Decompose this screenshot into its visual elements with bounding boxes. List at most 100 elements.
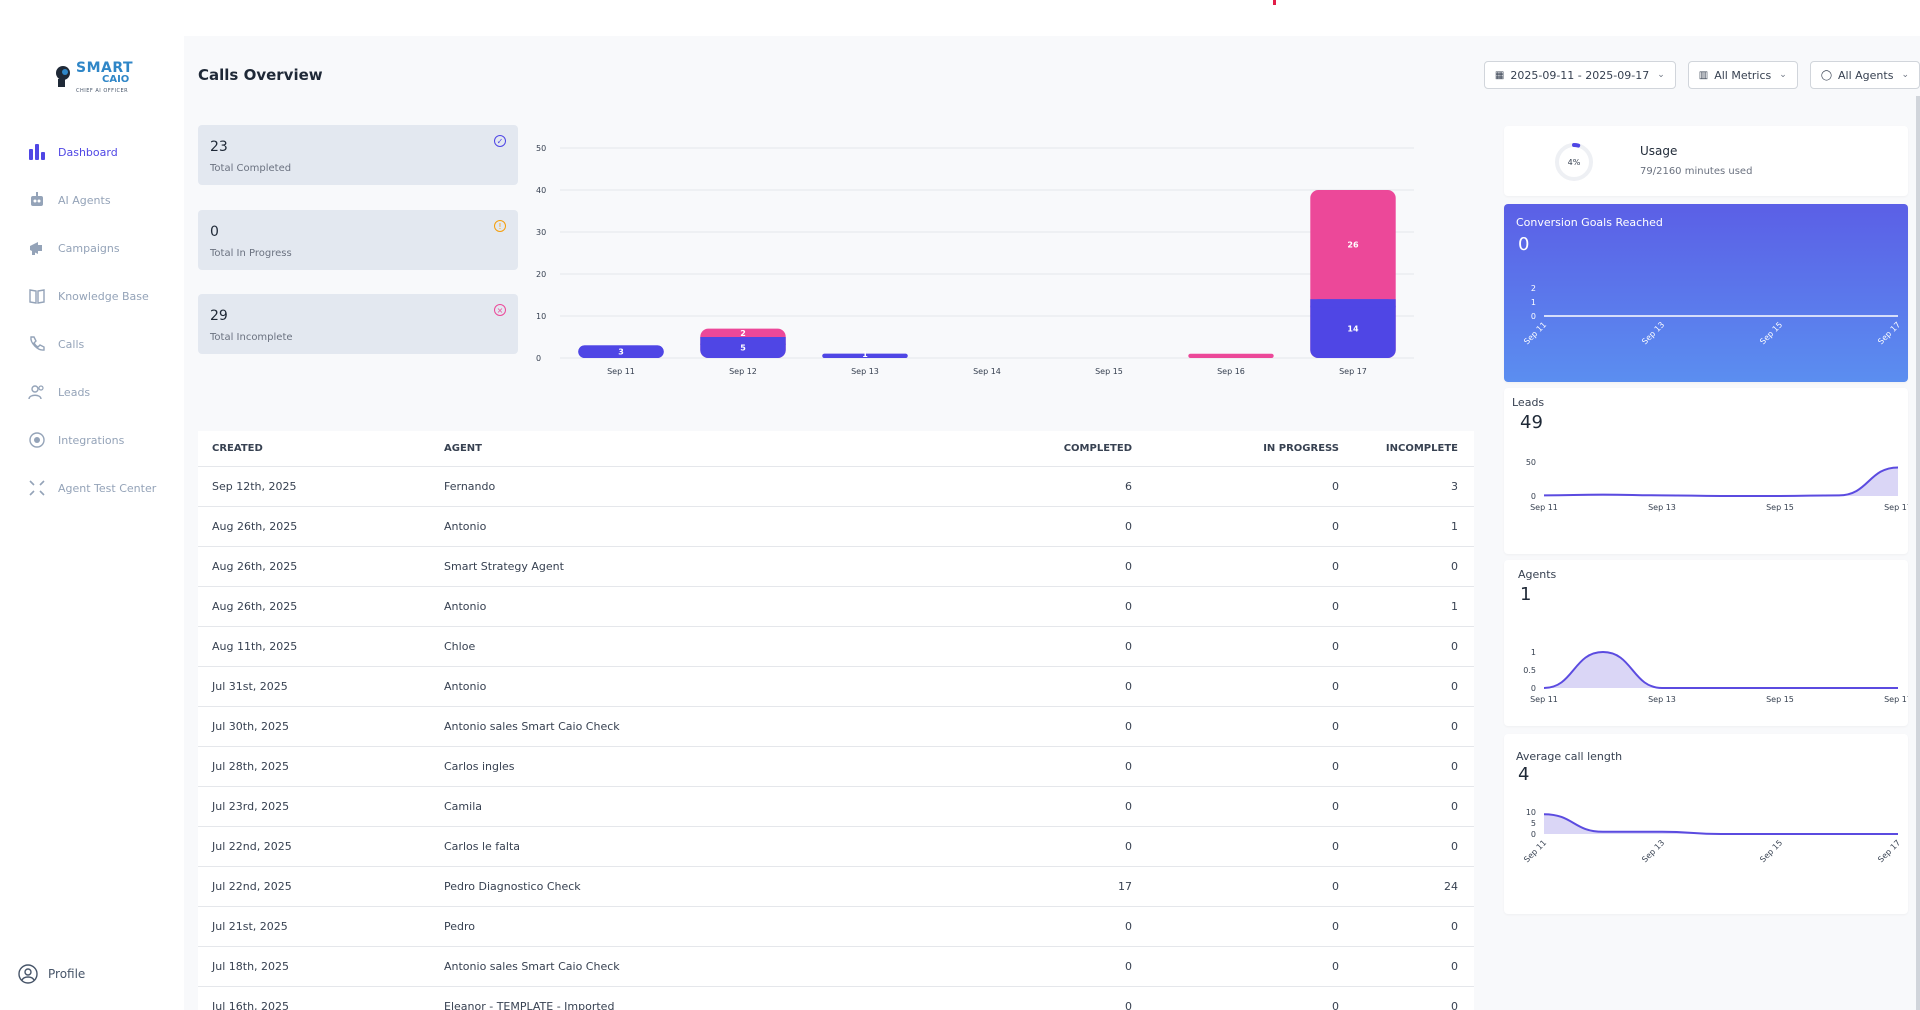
bar-incomplete — [1188, 353, 1274, 358]
cell-agent: Camila — [444, 800, 482, 813]
table-row[interactable]: Jul 23rd, 2025 Camila 0 0 0 — [198, 787, 1474, 827]
sidebar-item-dashboard[interactable]: Dashboard — [0, 128, 184, 176]
x-tick-label: Sep 11 — [1530, 695, 1558, 704]
cell-in-progress: 0 — [1332, 840, 1339, 853]
app-root: SMART CAIO CHIEF AI OFFICER Dashboard AI… — [0, 0, 1920, 1010]
profile-button[interactable]: Profile — [18, 964, 85, 984]
sidebar-item-label: Agent Test Center — [58, 481, 157, 495]
y-tick-label: 10 — [536, 312, 546, 321]
conversion-title: Conversion Goals Reached — [1516, 216, 1663, 229]
cell-agent: Antonio — [444, 600, 487, 613]
table-row[interactable]: Jul 18th, 2025 Antonio sales Smart Caio C… — [198, 947, 1474, 987]
stat-value: 0 — [210, 224, 219, 240]
col-incomplete[interactable]: INCOMPLETE — [1345, 443, 1474, 454]
cell-agent: Antonio — [444, 520, 487, 533]
stat-label: Total In Progress — [210, 248, 292, 259]
metrics-filter[interactable]: ▥ All Metrics ⌄ — [1687, 61, 1798, 89]
table-row[interactable]: Jul 31st, 2025 Antonio 0 0 0 — [198, 667, 1474, 707]
cell-completed: 0 — [1125, 800, 1132, 813]
avg-call-title: Average call length — [1516, 750, 1623, 763]
main-content: Calls Overview ▦ 2025-09-11 - 2025-09-17… — [184, 36, 1920, 1010]
cell-agent: Eleanor - TEMPLATE - Imported — [444, 1000, 615, 1010]
cell-created: Jul 23rd, 2025 — [212, 800, 290, 813]
agents-card: Agents 1 0 0.5 1 Sep 11 Sep 13 Sep 15 Sep 17 — [1504, 560, 1908, 726]
scrollbar[interactable] — [1916, 96, 1920, 1010]
cell-in-progress: 0 — [1332, 880, 1339, 893]
x-tick-label: Sep 17 — [1876, 838, 1902, 864]
table-row[interactable]: Aug 11th, 2025 Chloe 0 0 0 — [198, 627, 1474, 667]
logo-subtext: CAIO — [102, 74, 130, 85]
sidebar-item-calls[interactable]: Calls — [0, 320, 184, 368]
cell-completed: 0 — [1125, 920, 1132, 933]
table-row[interactable]: Jul 21st, 2025 Pedro 0 0 0 — [198, 907, 1474, 947]
cell-created: Jul 30th, 2025 — [212, 720, 290, 733]
x-tick-label: Sep 17 — [1884, 695, 1908, 704]
cell-agent: Antonio — [444, 680, 487, 693]
cell-incomplete: 0 — [1451, 1000, 1458, 1010]
sidebar-item-label: Campaigns — [58, 241, 120, 255]
cell-agent: Chloe — [444, 640, 476, 653]
top-bar — [0, 0, 1920, 36]
x-tick-label: Sep 13 — [1640, 838, 1666, 864]
cell-completed: 0 — [1125, 840, 1132, 853]
usage-percent: 4% — [1568, 158, 1581, 167]
table-row[interactable]: Jul 22nd, 2025 Pedro Diagnostico Check 17 0… — [198, 867, 1474, 907]
usage-detail: 79/2160 minutes used — [1640, 166, 1753, 177]
bar-chart-icon — [28, 143, 46, 161]
col-in-progress[interactable]: IN PROGRESS — [1138, 443, 1345, 454]
bar-completed-join — [1310, 299, 1396, 308]
table-row[interactable]: Jul 16th, 2025 Eleanor - TEMPLATE - Impor… — [198, 987, 1474, 1010]
date-range-value: 2025-09-11 - 2025-09-17 — [1510, 68, 1650, 82]
y-tick-label: 0 — [1531, 492, 1536, 501]
sidebar-item-label: Integrations — [58, 433, 125, 447]
sidebar-item-knowledge-base[interactable]: Knowledge Base — [0, 272, 184, 320]
usage-card: 4% Usage 79/2160 minutes used — [1504, 126, 1908, 196]
x-tick-label: Sep 16 — [1217, 367, 1245, 376]
area-fill — [1544, 467, 1898, 496]
sidebar-item-integrations[interactable]: Integrations — [0, 416, 184, 464]
leads-area-chart: 0 50 Sep 11 Sep 13 Sep 15 Sep 17 — [1526, 458, 1908, 512]
table-row[interactable]: Aug 26th, 2025 Smart Strategy Agent 0 0 0 — [198, 547, 1474, 587]
date-range-filter[interactable]: ▦ 2025-09-11 - 2025-09-17 ⌄ — [1483, 61, 1676, 89]
sidebar-item-label: Dashboard — [58, 145, 118, 159]
cell-created: Jul 22nd, 2025 — [212, 880, 292, 893]
chevron-down-icon: ⌄ — [1779, 70, 1787, 80]
cell-incomplete: 0 — [1451, 720, 1458, 733]
check-circle-icon: ✓ — [494, 135, 506, 147]
crosshair-icon — [28, 479, 46, 497]
stat-card-incomplete: 29 Total Incomplete × — [198, 294, 518, 354]
cell-in-progress: 0 — [1332, 720, 1339, 733]
x-tick-label: Sep 13 — [1648, 503, 1676, 512]
table-row[interactable]: Jul 22nd, 2025 Carlos le falta 0 0 0 — [198, 827, 1474, 867]
sidebar-item-leads[interactable]: Leads — [0, 368, 184, 416]
col-created[interactable]: CREATED — [198, 443, 438, 454]
sidebar-item-ai-agents[interactable]: AI Agents — [0, 176, 184, 224]
phone-icon — [28, 335, 46, 353]
table-row[interactable]: Aug 26th, 2025 Antonio 0 0 1 — [198, 587, 1474, 627]
stat-card-completed: 23 Total Completed ✓ — [198, 125, 518, 185]
cell-agent: Fernando — [444, 480, 496, 493]
sidebar-item-agent-test-center[interactable]: Agent Test Center — [0, 464, 184, 512]
table-header: CREATED AGENT COMPLETED IN PROGRESS INCO… — [198, 431, 1474, 467]
cell-created: Jul 18th, 2025 — [212, 960, 290, 973]
data-label: 1 — [862, 350, 868, 359]
col-agent[interactable]: AGENT — [438, 443, 938, 454]
logo[interactable]: SMART CAIO CHIEF AI OFFICER — [52, 60, 133, 96]
table-row[interactable]: Aug 26th, 2025 Antonio 0 0 1 — [198, 507, 1474, 547]
table-row[interactable]: Sep 12th, 2025 Fernando 6 0 3 — [198, 467, 1474, 507]
x-circle-icon: × — [494, 304, 506, 316]
sidebar-nav: Dashboard AI Agents Campaigns Knowledge … — [0, 128, 184, 512]
col-completed[interactable]: COMPLETED — [938, 443, 1138, 454]
cell-completed: 0 — [1125, 640, 1132, 653]
cell-incomplete: 0 — [1451, 960, 1458, 973]
agents-filter[interactable]: ◯ All Agents ⌄ — [1809, 61, 1920, 89]
table-row[interactable]: Jul 30th, 2025 Antonio sales Smart Caio C… — [198, 707, 1474, 747]
cell-in-progress: 0 — [1332, 680, 1339, 693]
calendar-icon: ▦ — [1494, 69, 1505, 81]
x-tick-label: Sep 11 — [1522, 320, 1548, 346]
avg-call-card: Average call length 4 0 5 10 Sep 11 Sep 13 Se… — [1504, 734, 1908, 914]
calls-table: CREATED AGENT COMPLETED IN PROGRESS INCO… — [198, 431, 1474, 1010]
cell-incomplete: 24 — [1444, 880, 1458, 893]
sidebar-item-campaigns[interactable]: Campaigns — [0, 224, 184, 272]
table-row[interactable]: Jul 28th, 2025 Carlos ingles 0 0 0 — [198, 747, 1474, 787]
